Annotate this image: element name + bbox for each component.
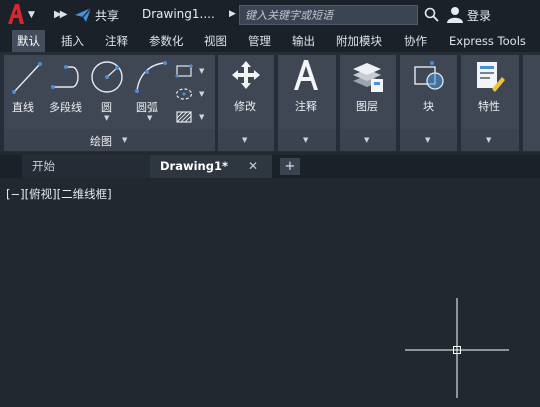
tab-collaborate[interactable]: 协作: [399, 30, 432, 52]
viewport-controls[interactable]: [−][俯视][二维线框]: [6, 186, 112, 202]
autocad-logo-icon[interactable]: [7, 3, 25, 25]
text-icon[interactable]: [291, 58, 321, 92]
share-button[interactable]: 共享: [95, 7, 119, 24]
layers-panel[interactable]: 图层 ▼: [340, 55, 396, 151]
draw-panel-footer[interactable]: 绘图 ▼: [4, 129, 215, 151]
search-input[interactable]: [239, 5, 418, 25]
circle-button[interactable]: 圆: [101, 99, 112, 115]
tab-start[interactable]: 开始: [22, 155, 152, 178]
layers-panel-footer[interactable]: ▼: [340, 129, 396, 151]
properties-dropdown-icon[interactable]: ▼: [486, 136, 491, 144]
document-tab-bar: 开始 Drawing1* ✕ +: [0, 155, 540, 178]
modify-dropdown-icon[interactable]: ▼: [242, 136, 247, 144]
layers-label: 图层: [356, 100, 378, 113]
rectangle-icon[interactable]: [175, 64, 193, 78]
login-button[interactable]: 登录: [467, 7, 491, 24]
draw-group-label: 绘图: [90, 135, 112, 148]
annotation-panel-footer[interactable]: ▼: [278, 129, 336, 151]
tab-express-tools[interactable]: Express Tools: [444, 30, 531, 52]
tab-annotate[interactable]: 注释: [100, 30, 133, 52]
modify-panel[interactable]: 修改 ▼: [218, 55, 274, 151]
properties-panel-footer[interactable]: ▼: [461, 129, 519, 151]
search-icon[interactable]: [424, 7, 439, 22]
line-button[interactable]: 直线: [12, 99, 34, 115]
tab-view[interactable]: 视图: [199, 30, 232, 52]
arc-icon[interactable]: [134, 60, 168, 94]
arc-button[interactable]: 圆弧: [136, 99, 158, 115]
ellipse-dropdown-icon[interactable]: ▼: [199, 90, 204, 98]
modify-label: 修改: [234, 100, 256, 113]
title-bar: ▼ ▶▶ 共享 Drawing1.... ▶ 登录: [0, 0, 540, 30]
title-expand-icon[interactable]: ▶: [229, 9, 236, 19]
draw-panel: 直线 多段线 圆 ▼ 圆弧 ▼ ▼ ▼ ▼ 绘图 ▼: [4, 55, 215, 151]
line-icon[interactable]: [11, 61, 43, 95]
polyline-button[interactable]: 多段线: [49, 99, 82, 115]
move-icon[interactable]: [230, 59, 262, 91]
tab-addins[interactable]: 附加模块: [331, 30, 387, 52]
layers-icon[interactable]: [351, 59, 385, 93]
quick-access-expand-icon[interactable]: ▶▶: [54, 9, 67, 20]
block-panel[interactable]: 块 ▼: [400, 55, 457, 151]
annotation-panel[interactable]: 注释 ▼: [278, 55, 336, 151]
tab-default[interactable]: 默认: [12, 30, 45, 52]
arc-dropdown-icon[interactable]: ▼: [147, 114, 152, 122]
ribbon-tab-bar: 默认 插入 注释 参数化 视图 管理 输出 附加模块 协作 Express To…: [0, 30, 540, 52]
share-icon[interactable]: [74, 7, 92, 23]
crosshair-cursor-icon: [405, 298, 509, 398]
block-dropdown-icon[interactable]: ▼: [425, 136, 430, 144]
tab-parametric[interactable]: 参数化: [144, 30, 189, 52]
drawing-canvas[interactable]: [−][俯视][二维线框]: [0, 178, 540, 407]
draw-group-expand-icon[interactable]: ▼: [122, 136, 127, 144]
tab-manage[interactable]: 管理: [243, 30, 276, 52]
user-icon[interactable]: [447, 6, 463, 23]
annotation-label: 注释: [295, 100, 317, 113]
next-panel-clipped[interactable]: [523, 55, 540, 151]
new-tab-button[interactable]: +: [280, 158, 300, 175]
block-label: 块: [423, 100, 434, 113]
circle-dropdown-icon[interactable]: ▼: [104, 114, 109, 122]
polyline-icon[interactable]: [50, 63, 86, 91]
hatch-dropdown-icon[interactable]: ▼: [199, 113, 204, 121]
modify-panel-footer[interactable]: ▼: [218, 129, 274, 151]
hatch-icon[interactable]: [175, 110, 193, 124]
rectangle-dropdown-icon[interactable]: ▼: [199, 67, 204, 75]
block-panel-footer[interactable]: ▼: [400, 129, 457, 151]
annotation-dropdown-icon[interactable]: ▼: [303, 136, 308, 144]
app-menu-caret-icon[interactable]: ▼: [28, 10, 35, 20]
tab-insert[interactable]: 插入: [56, 30, 89, 52]
properties-label: 特性: [478, 100, 500, 113]
close-tab-icon[interactable]: ✕: [248, 159, 258, 173]
block-icon[interactable]: [412, 59, 446, 93]
ellipse-icon[interactable]: [175, 87, 193, 101]
tab-output[interactable]: 输出: [287, 30, 320, 52]
ribbon-panel: 直线 多段线 圆 ▼ 圆弧 ▼ ▼ ▼ ▼ 绘图 ▼ 修改 ▼ 注释 ▼ 图层 …: [0, 52, 540, 152]
circle-icon[interactable]: [90, 60, 124, 94]
properties-panel[interactable]: 特性 ▼: [461, 55, 519, 151]
properties-icon[interactable]: [474, 59, 506, 93]
document-title: Drawing1....: [142, 7, 215, 21]
layers-dropdown-icon[interactable]: ▼: [364, 136, 369, 144]
